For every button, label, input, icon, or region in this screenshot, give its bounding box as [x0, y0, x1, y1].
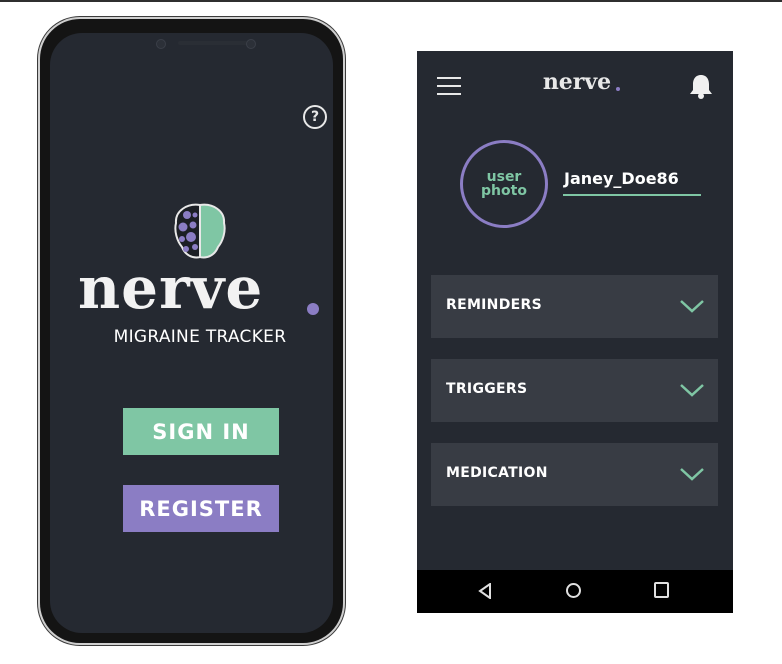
nerve-logo-text: nerve — [78, 254, 264, 322]
app-logo-dot — [616, 87, 620, 91]
sensor-icon — [246, 39, 256, 49]
home-circle-icon[interactable] — [566, 583, 581, 598]
section-label: TRIGGERS — [446, 381, 528, 397]
user-photo-line1: user — [486, 169, 522, 185]
speaker-grille — [178, 41, 248, 45]
splash-screen: ? nerve MIGRAINE TRACKER SIGN IN REGISTE… — [50, 33, 333, 633]
register-button[interactable]: REGISTER — [123, 485, 279, 532]
hamburger-icon[interactable] — [437, 77, 461, 95]
user-photo-avatar[interactable]: user photo — [460, 140, 548, 228]
help-icon[interactable]: ? — [303, 105, 327, 129]
sign-in-button[interactable]: SIGN IN — [123, 408, 279, 455]
section-label: MEDICATION — [446, 465, 548, 481]
back-triangle-icon[interactable] — [478, 583, 492, 599]
phone-frame-splash: ? nerve MIGRAINE TRACKER SIGN IN REGISTE… — [40, 19, 343, 643]
recent-square-icon[interactable] — [654, 582, 669, 598]
section-triggers[interactable]: TRIGGERS — [431, 359, 718, 422]
chevron-down-icon[interactable] — [679, 382, 705, 398]
android-nav-bar — [417, 570, 733, 613]
section-reminders[interactable]: REMINDERS — [431, 275, 718, 338]
front-camera-icon — [156, 39, 166, 49]
top-border-line — [0, 0, 782, 2]
chevron-down-icon[interactable] — [679, 298, 705, 314]
username: Janey_Doe86 — [564, 169, 679, 188]
profile-screen: nerve user photo Janey_Doe86 REMINDERS T… — [417, 51, 733, 613]
chevron-down-icon[interactable] — [679, 466, 705, 482]
section-medication[interactable]: MEDICATION — [431, 443, 718, 506]
user-photo-line2: photo — [481, 183, 527, 199]
brain-icon — [174, 203, 226, 259]
logo-dot — [307, 303, 319, 315]
section-label: REMINDERS — [446, 297, 542, 313]
app-logo-text: nerve — [542, 69, 612, 95]
bell-icon[interactable] — [689, 73, 713, 99]
username-underline — [563, 194, 701, 196]
tagline: MIGRAINE TRACKER — [113, 327, 287, 347]
